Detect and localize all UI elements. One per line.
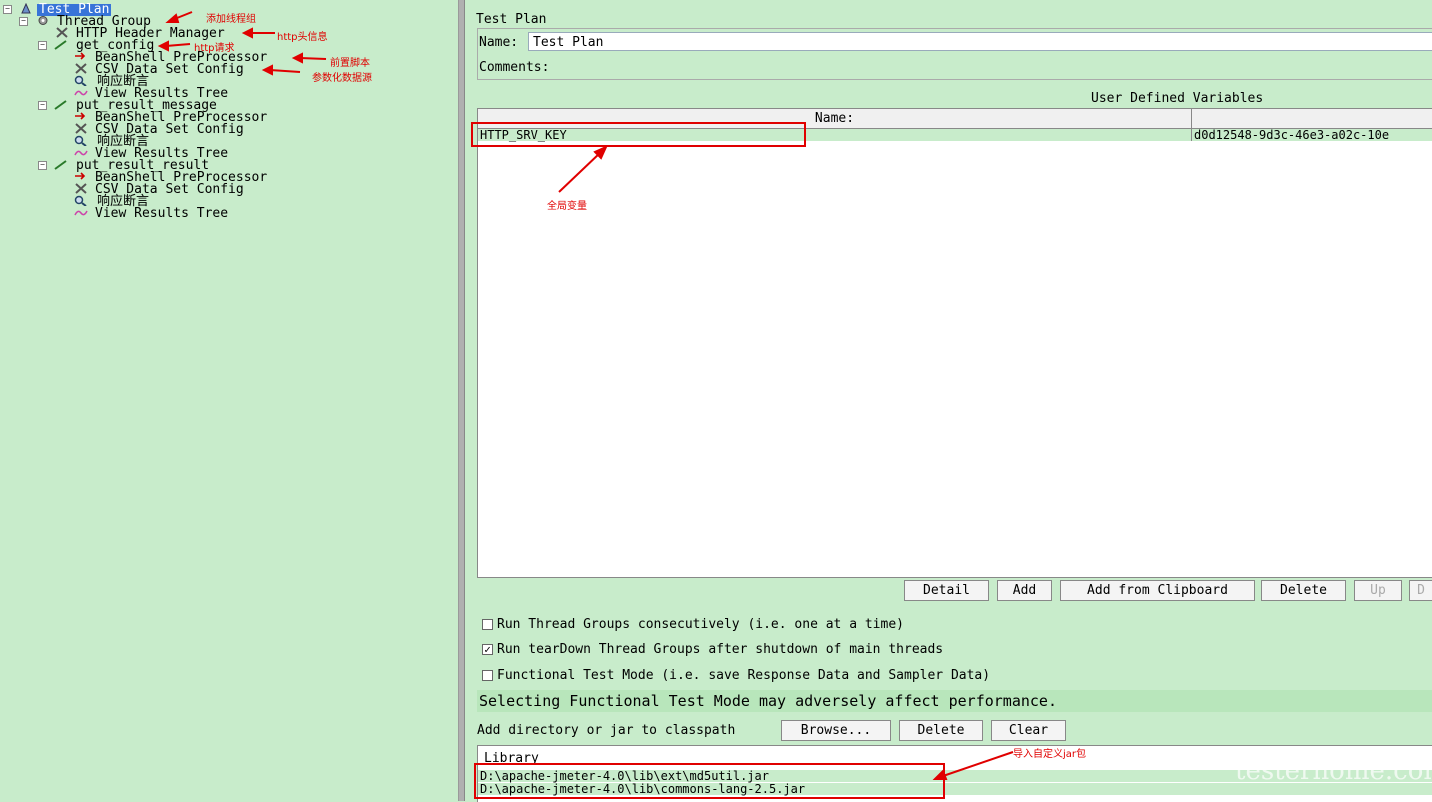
test-plan-tree: − Test Plan − Thread Group HTTP Header M… — [0, 0, 459, 801]
annotation-import-jar: 导入自定义jar包 — [1013, 749, 1087, 760]
wrench-icon — [75, 183, 87, 194]
pipette-icon — [54, 100, 67, 110]
annotation-http-header: http头信息 — [277, 32, 328, 43]
annotation-global-var: 全局变量 — [547, 201, 587, 212]
preprocessor-icon — [75, 172, 86, 180]
watermark: testerhome.com — [1235, 756, 1432, 786]
wrench-icon — [75, 123, 87, 134]
annotation-arrows — [558, 144, 1014, 780]
annotation-http-request: http请求 — [194, 43, 235, 54]
magnifier-icon — [74, 195, 87, 206]
collapse-icon[interactable]: − — [38, 101, 47, 110]
collapse-icon[interactable]: − — [38, 161, 47, 170]
preprocessor-icon — [75, 112, 86, 120]
annotation-param-source: 参数化数据源 — [312, 73, 372, 84]
pipette-icon — [54, 160, 67, 170]
tree-node-view-results[interactable]: View Results Tree — [95, 207, 228, 220]
annotation-pre-script: 前置脚本 — [330, 58, 370, 69]
annotation-add-thread-group: 添加线程组 — [206, 14, 256, 25]
magnifier-icon — [74, 135, 87, 146]
test-plan-panel: Test Plan Name: Test Plan Comments: User… — [464, 0, 1432, 802]
results-tree-icon — [74, 210, 88, 216]
results-tree-icon — [74, 150, 88, 156]
